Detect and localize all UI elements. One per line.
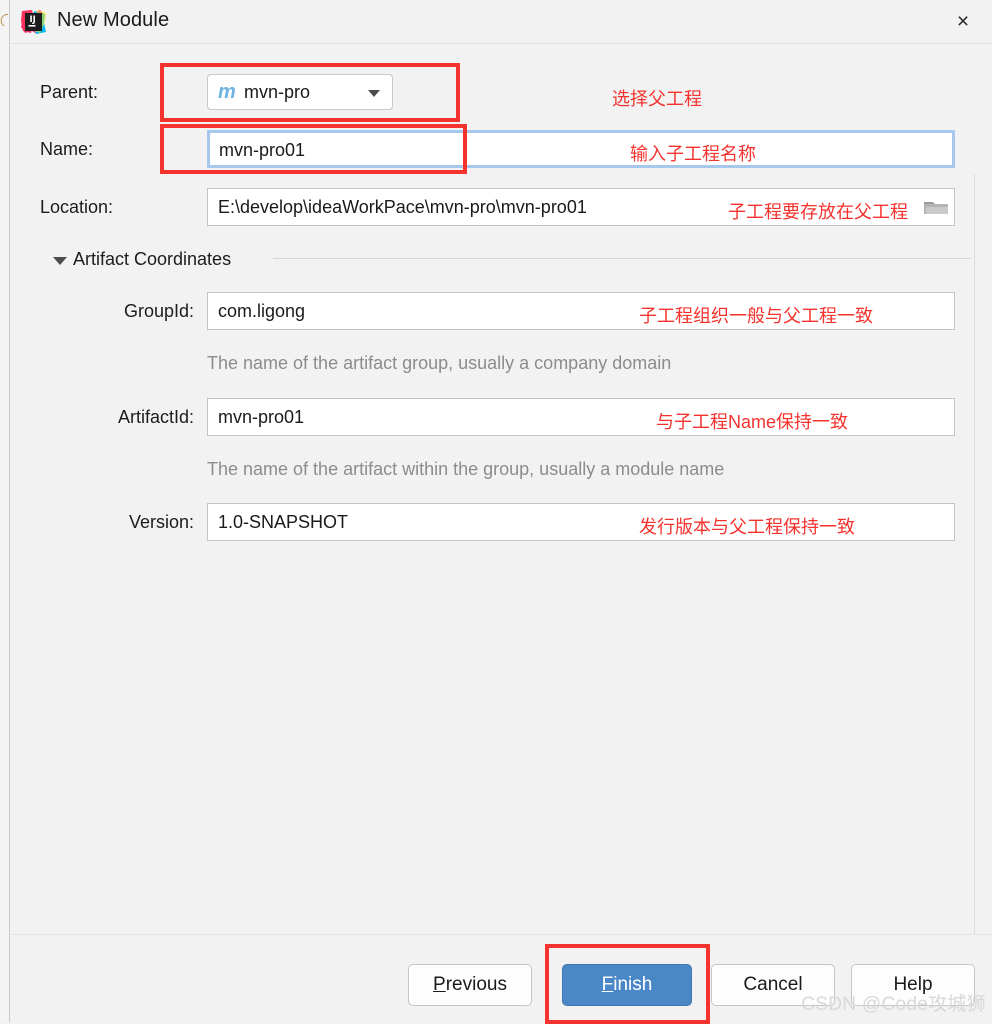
parent-combobox[interactable]: m mvn-pro [207, 74, 393, 110]
title-bar: IJ New Module × [11, 0, 992, 44]
maven-m-icon: m [218, 81, 236, 103]
background-window-strip: ◯ [0, 0, 10, 1022]
artifact-section-divider [273, 258, 971, 259]
previous-button-label: revious [445, 974, 507, 995]
csdn-watermark: CSDN @Code攻城狮 [801, 994, 986, 1015]
background-window-icon: ◯ [0, 14, 8, 26]
artifactid-annotation: 与子工程Name保持一致 [656, 412, 849, 432]
finish-button-mnemonic: F [601, 974, 614, 995]
name-label: Name: [40, 139, 94, 159]
name-input[interactable]: mvn-pro01 [207, 130, 955, 168]
svg-text:IJ: IJ [30, 15, 36, 25]
right-divider [974, 174, 975, 944]
artifact-section-title: Artifact Coordinates [73, 249, 232, 269]
chevron-down-icon[interactable] [368, 90, 380, 97]
previous-button[interactable]: Previous [408, 964, 532, 1006]
close-icon[interactable]: × [948, 7, 978, 37]
artifactid-label: ArtifactId: [117, 407, 194, 427]
window-title: New Module [57, 9, 170, 31]
finish-button[interactable]: Finish [562, 964, 692, 1006]
new-module-dialog: ◯ IJ New Module × Parent: m mvn-pro 选择父工… [0, 0, 992, 1024]
dialog-footer: Previous Finish Cancel Help CSDN @Code攻城… [11, 934, 992, 1024]
finish-button-label: inish [613, 974, 653, 995]
location-label: Location: [40, 197, 114, 217]
location-annotation: 子工程要存放在父工程 [728, 202, 908, 222]
groupid-hint: The name of the artifact group, usually … [207, 353, 672, 373]
parent-label: Parent: [40, 82, 99, 102]
parent-value: mvn-pro [244, 82, 311, 102]
dialog-body: Parent: m mvn-pro 选择父工程 Name: mvn-pro01 … [11, 44, 992, 944]
previous-button-mnemonic: P [433, 974, 446, 995]
folder-browse-icon[interactable] [923, 197, 949, 216]
artifactid-hint: The name of the artifact within the grou… [207, 459, 725, 479]
name-annotation: 输入子工程名称 [630, 144, 756, 164]
groupid-label: GroupId: [123, 301, 194, 321]
intellij-idea-icon: IJ [20, 9, 46, 35]
parent-annotation: 选择父工程 [612, 89, 702, 109]
version-label: Version: [128, 512, 194, 532]
version-annotation: 发行版本与父工程保持一致 [639, 517, 855, 537]
groupid-annotation: 子工程组织一般与父工程一致 [639, 306, 873, 326]
artifact-section-toggle-icon[interactable] [53, 257, 67, 265]
